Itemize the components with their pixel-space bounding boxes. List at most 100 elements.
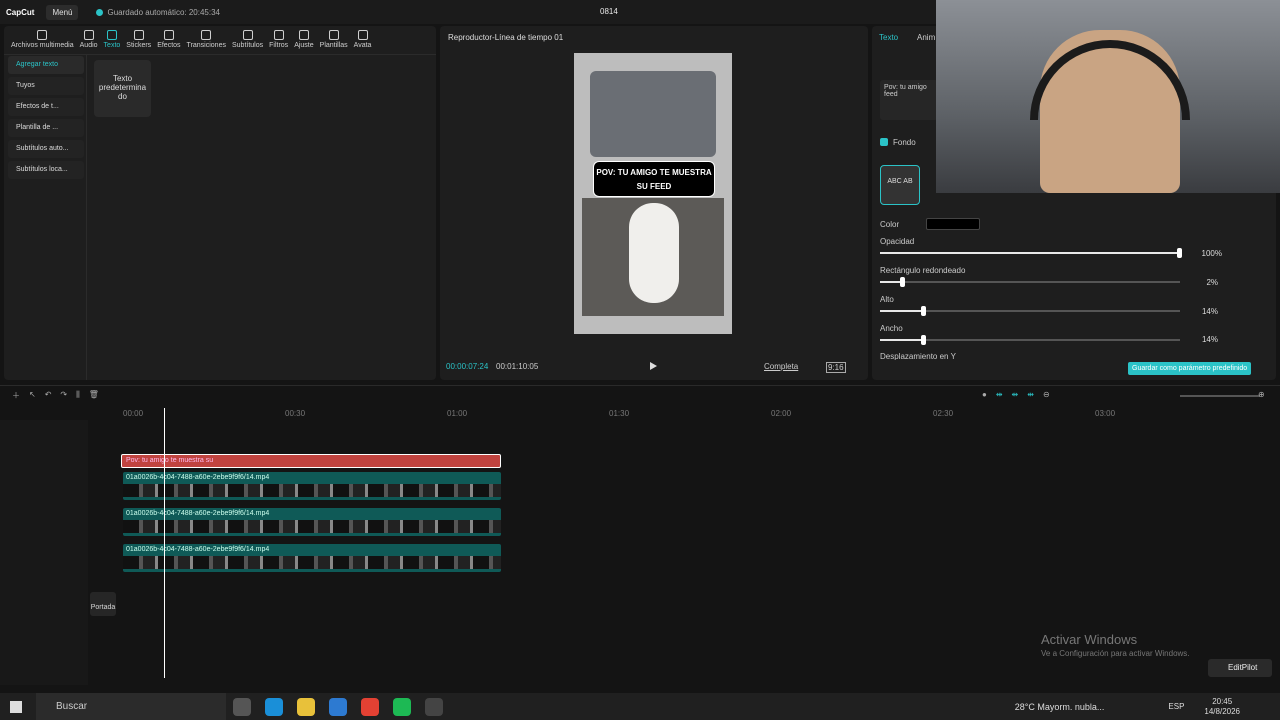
autosave-status: Guardado automático: 20:45:34 — [96, 8, 220, 17]
task-view-icon[interactable] — [233, 697, 251, 716]
cover-button[interactable]: Portada — [90, 592, 116, 616]
mic-icon[interactable]: ● — [982, 390, 987, 399]
explorer-icon[interactable] — [297, 697, 315, 716]
text-clip[interactable]: Pov: tu amigo te muestra su — [121, 454, 501, 468]
sidebar-text-template[interactable]: Plantilla de ... — [8, 119, 84, 137]
ruler-tick: 00:00 — [123, 409, 144, 418]
ruler-tick: 01:30 — [609, 409, 630, 418]
ruler-tick: 00:30 — [285, 409, 306, 418]
activate-windows-sub: Ve a Configuración para activar Windows. — [1041, 649, 1190, 658]
sticker-icon — [133, 30, 144, 40]
taskbar-search[interactable]: Buscar — [36, 693, 226, 720]
sidebar-yours[interactable]: Tuyos — [8, 77, 84, 95]
audio-icon — [83, 30, 94, 40]
text-sidebar: Agregar texto Tuyos Efectos de t... Plan… — [8, 56, 84, 182]
save-default-button[interactable]: Guardar como parámetro predefinido — [1128, 362, 1252, 375]
link-icon[interactable]: ⇹ — [1012, 390, 1019, 399]
webcam-inset — [590, 71, 716, 157]
add-icon[interactable]: ＋ — [12, 390, 20, 401]
preview-icon[interactable]: ⇹ — [1027, 390, 1034, 399]
color-picker[interactable] — [926, 218, 980, 230]
caption-text[interactable]: POV: TU AMIGO TE MUESTRA SU FEED — [593, 161, 715, 197]
sidebar-auto-subtitles[interactable]: Subtítulos auto... — [8, 140, 84, 158]
height-value[interactable]: 14% — [1182, 307, 1218, 321]
chrome-icon[interactable] — [361, 697, 379, 716]
clock[interactable]: 20:45 14/8/2026 — [1204, 697, 1240, 717]
tab-templates[interactable]: Plantillas — [317, 30, 351, 49]
zoom-slider[interactable] — [1180, 395, 1260, 397]
snap-icon[interactable]: ⇹ — [996, 390, 1003, 399]
ruler-tick: 02:00 — [771, 409, 792, 418]
height-slider[interactable] — [880, 306, 1180, 316]
color-label: Color — [880, 220, 900, 229]
video-clip[interactable]: 01a0026b-4c04-7488-a60e-2ebe9f9f6/14.mp4 — [123, 508, 501, 536]
zoom-out-icon[interactable]: ⊖ — [1043, 390, 1050, 399]
tab-text-props[interactable]: Texto — [879, 33, 898, 42]
zoom-in-icon[interactable]: ⊕ — [1258, 390, 1265, 399]
tab-animation[interactable]: Anim — [917, 33, 935, 42]
windows-start-icon[interactable] — [10, 700, 22, 713]
editpilot-button[interactable]: EditPilot — [1208, 659, 1272, 677]
media-icon — [37, 30, 48, 40]
ratio-button[interactable]: 9:16 — [826, 362, 846, 373]
playhead[interactable] — [164, 408, 165, 678]
ruler-tick: 01:00 — [447, 409, 468, 418]
tab-transitions[interactable]: Transiciones — [184, 30, 229, 49]
tab-text[interactable]: Texto — [101, 30, 124, 49]
main-toolbar: Archivos multimedia Audio Texto Stickers… — [4, 26, 436, 49]
current-time: 00:00:07:24 — [446, 362, 489, 371]
background-checkbox[interactable] — [880, 138, 888, 146]
sidebar-add-text[interactable]: Agregar texto — [8, 56, 84, 74]
autosave-icon — [96, 8, 104, 16]
store-icon[interactable] — [329, 697, 347, 716]
project-title: 0814 — [600, 7, 618, 16]
bg-style-option[interactable]: ABC AB — [880, 165, 920, 205]
capcut-icon[interactable] — [425, 697, 443, 716]
sidebar-local-subtitles[interactable]: Subtítulos loca... — [8, 161, 84, 179]
ruler-tick: 02:30 — [933, 409, 954, 418]
tab-stickers[interactable]: Stickers — [123, 30, 154, 49]
edge-icon[interactable] — [265, 697, 283, 716]
offset-y-label: Desplazamiento en Y — [880, 352, 956, 360]
opacity-value[interactable]: 100% — [1186, 249, 1222, 263]
total-time: 00:01:10:05 — [496, 362, 539, 371]
video-clip[interactable]: 01a0026b-4c04-7488-a60e-2ebe9f9f6/14.mp4 — [123, 544, 501, 572]
height-label: Alto — [880, 295, 894, 304]
tab-audio[interactable]: Audio — [77, 30, 101, 49]
undo-icon[interactable]: ↶ — [45, 390, 52, 401]
tab-effects[interactable]: Efectos — [154, 30, 183, 49]
default-text-card[interactable]: Texto predetermina do — [94, 60, 151, 117]
play-icon[interactable] — [650, 362, 657, 370]
tab-media[interactable]: Archivos multimedia — [8, 30, 77, 49]
timeline-toolbar — [0, 385, 1280, 407]
sidebar-text-effects[interactable]: Efectos de t... — [8, 98, 84, 116]
tab-filters[interactable]: Filtros — [266, 30, 291, 49]
cat-figure — [629, 203, 679, 303]
width-value[interactable]: 14% — [1182, 335, 1218, 349]
split-icon[interactable]: ⫼ — [76, 390, 80, 401]
tab-subtitles[interactable]: Subtítulos — [229, 30, 266, 49]
opacity-slider[interactable] — [880, 248, 1182, 258]
ruler-tick: 03:00 — [1095, 409, 1116, 418]
transitions-icon — [201, 30, 212, 40]
tab-avatar[interactable]: Avata — [351, 30, 375, 49]
spotify-icon[interactable] — [393, 697, 411, 716]
redo-icon[interactable]: ↷ — [60, 390, 67, 401]
rounded-value[interactable]: 2% — [1182, 278, 1218, 292]
delete-icon[interactable]: 🗑 — [89, 390, 99, 401]
full-quality-button[interactable]: Completa — [764, 362, 798, 371]
effects-icon — [163, 30, 174, 40]
timeline-tools-right: ● ⇹ ⇹ ⇹ ⊖ — [982, 390, 1050, 399]
rounded-label: Rectángulo redondeado — [880, 266, 966, 275]
app-logo: CapCut — [6, 7, 35, 17]
weather-status[interactable]: 28°C Mayorm. nubla... — [1015, 702, 1105, 712]
avatar-icon — [357, 30, 368, 40]
tab-adjust[interactable]: Ajuste — [291, 30, 316, 49]
text-input[interactable]: Pov: tu amigo feed — [880, 80, 938, 120]
cursor-icon[interactable]: ↖ — [29, 390, 36, 401]
rounded-slider[interactable] — [880, 277, 1180, 287]
video-clip[interactable]: 01a0026b-4c04-7488-a60e-2ebe9f9f6/14.mp4 — [123, 472, 501, 500]
menu-button[interactable]: Menú — [46, 4, 79, 20]
language[interactable]: ESP — [1168, 702, 1184, 711]
width-slider[interactable] — [880, 335, 1180, 345]
